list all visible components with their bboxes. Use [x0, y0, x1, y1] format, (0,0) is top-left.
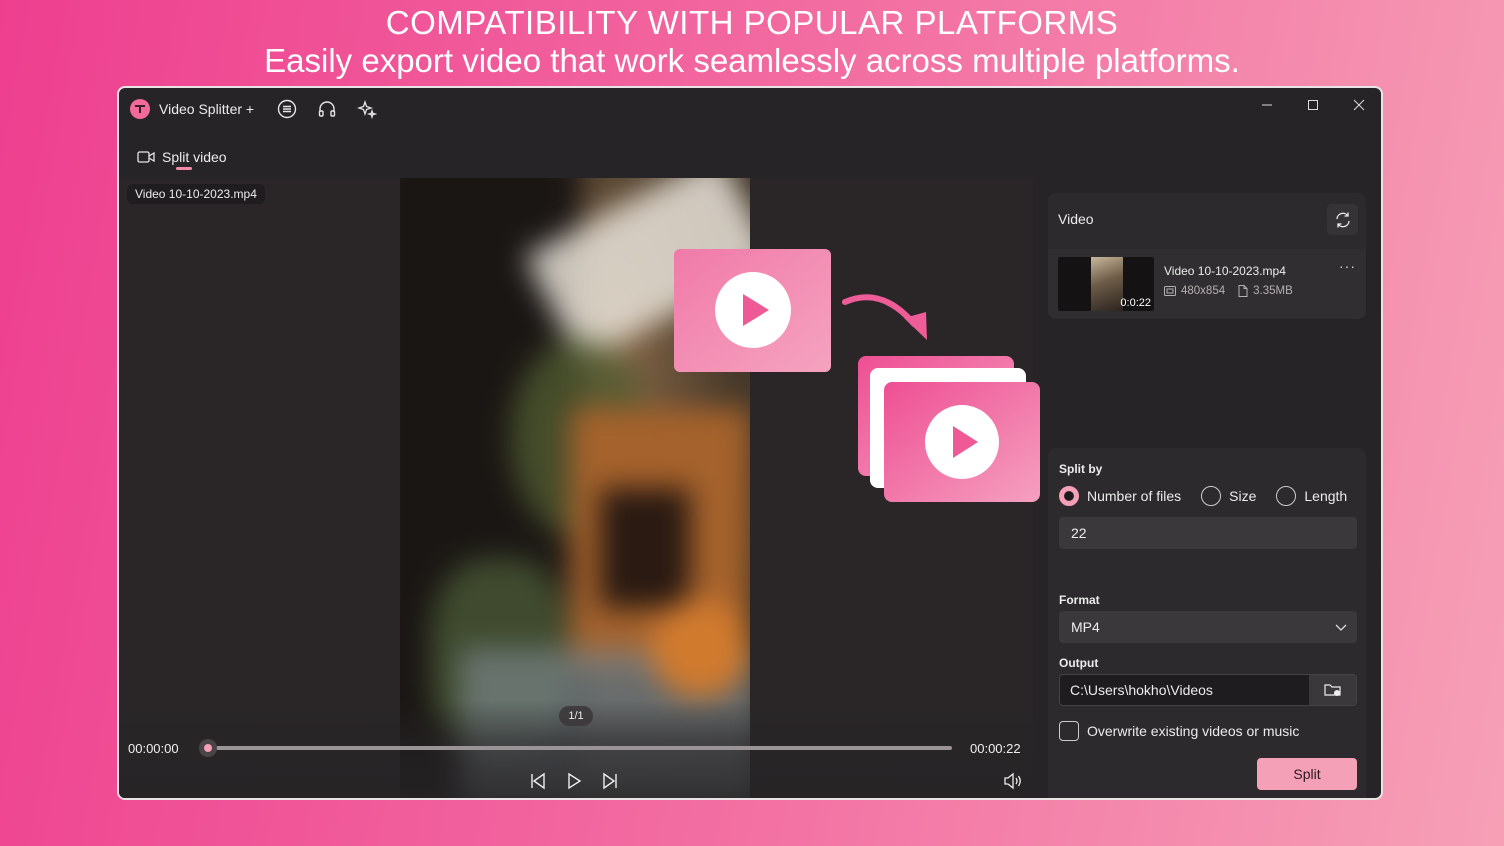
radio-number-of-files[interactable] [1059, 486, 1079, 506]
format-select[interactable]: MP4 [1059, 611, 1357, 643]
chevron-down-icon [1335, 624, 1347, 631]
panel-title: Video [1058, 211, 1094, 227]
overwrite-option: Overwrite existing videos or music [1059, 721, 1299, 741]
format-label: Format [1059, 593, 1100, 607]
headline-title: COMPATIBILITY WITH POPULAR PLATFORMS [385, 4, 1119, 41]
minimize-button[interactable] [1249, 93, 1285, 117]
menu-icon[interactable] [275, 97, 299, 121]
split-by-label: Split by [1059, 462, 1103, 476]
video-size: 3.35MB [1253, 285, 1293, 297]
browse-folder-button[interactable] [1309, 675, 1356, 705]
file-icon [1238, 285, 1248, 297]
seek-thumb[interactable] [199, 739, 217, 757]
more-options-button[interactable]: ··· [1339, 258, 1356, 274]
overwrite-label: Overwrite existing videos or music [1087, 723, 1300, 739]
split-value-input[interactable]: 22 [1059, 517, 1357, 549]
app-window: Video Splitter + Split video Video 10-10… [117, 86, 1383, 800]
video-duration: 0:0:22 [1120, 297, 1151, 309]
split-button[interactable]: Split [1257, 758, 1357, 790]
file-name-chip: Video 10-10-2023.mp4 [127, 184, 265, 204]
sparkle-icon[interactable] [355, 97, 379, 121]
option-length-label: Length [1304, 488, 1348, 504]
volume-icon[interactable] [1002, 770, 1024, 792]
maximize-button[interactable] [1295, 93, 1331, 117]
overwrite-checkbox[interactable] [1059, 721, 1079, 741]
video-camera-icon [137, 151, 155, 163]
page-indicator: 1/1 [559, 706, 593, 726]
seek-bar[interactable] [206, 746, 952, 750]
close-button[interactable] [1341, 93, 1377, 117]
video-item-name: Video 10-10-2023.mp4 [1164, 264, 1286, 278]
headphones-icon[interactable] [315, 97, 339, 121]
time-total: 00:00:22 [970, 741, 1021, 756]
folder-icon [1324, 684, 1341, 696]
play-icon[interactable] [563, 770, 585, 792]
promo-headline: COMPATIBILITY WITH POPULAR PLATFORMS Eas… [0, 4, 1504, 80]
refresh-icon [1335, 212, 1350, 227]
option-number-of-files-label: Number of files [1087, 488, 1182, 504]
multiple-videos-illustration [858, 356, 1040, 502]
output-label: Output [1059, 656, 1099, 670]
video-resolution: 480x854 [1181, 285, 1226, 297]
arrow-illustration [842, 294, 927, 340]
format-value: MP4 [1071, 619, 1100, 635]
output-path-input[interactable]: C:\Users\hokho\Videos [1060, 675, 1309, 705]
video-thumbnail: 0:0:22 [1058, 257, 1154, 311]
app-title: Video Splitter + [159, 101, 255, 117]
skip-forward-icon[interactable] [599, 770, 621, 792]
radio-length[interactable] [1276, 486, 1297, 506]
split-settings-panel: Split by Number of files Size Length 22 … [1048, 448, 1366, 798]
time-current: 00:00:00 [128, 741, 179, 756]
output-field: C:\Users\hokho\Videos [1059, 674, 1357, 706]
skip-back-icon[interactable] [527, 770, 549, 792]
video-list-item[interactable]: 0:0:22 Video 10-10-2023.mp4 480x854 3.35… [1048, 249, 1366, 319]
radio-size[interactable] [1201, 486, 1222, 506]
video-item-meta: 480x854 3.35MB [1164, 285, 1293, 297]
title-bar: Video Splitter + [119, 88, 1381, 130]
split-by-options: Number of files Size Length [1059, 486, 1347, 506]
video-list-panel: Video 0:0:22 Video 10-10-2023.mp4 480x85… [1048, 193, 1366, 319]
option-size-label: Size [1229, 488, 1257, 504]
tab-active-indicator [176, 167, 192, 170]
app-logo-icon [130, 99, 150, 119]
headline-subtitle: Easily export video that work seamlessly… [264, 42, 1240, 79]
resolution-icon [1164, 286, 1176, 296]
single-video-illustration [674, 249, 831, 372]
tab-label: Split video [162, 149, 227, 165]
refresh-button[interactable] [1327, 204, 1358, 235]
